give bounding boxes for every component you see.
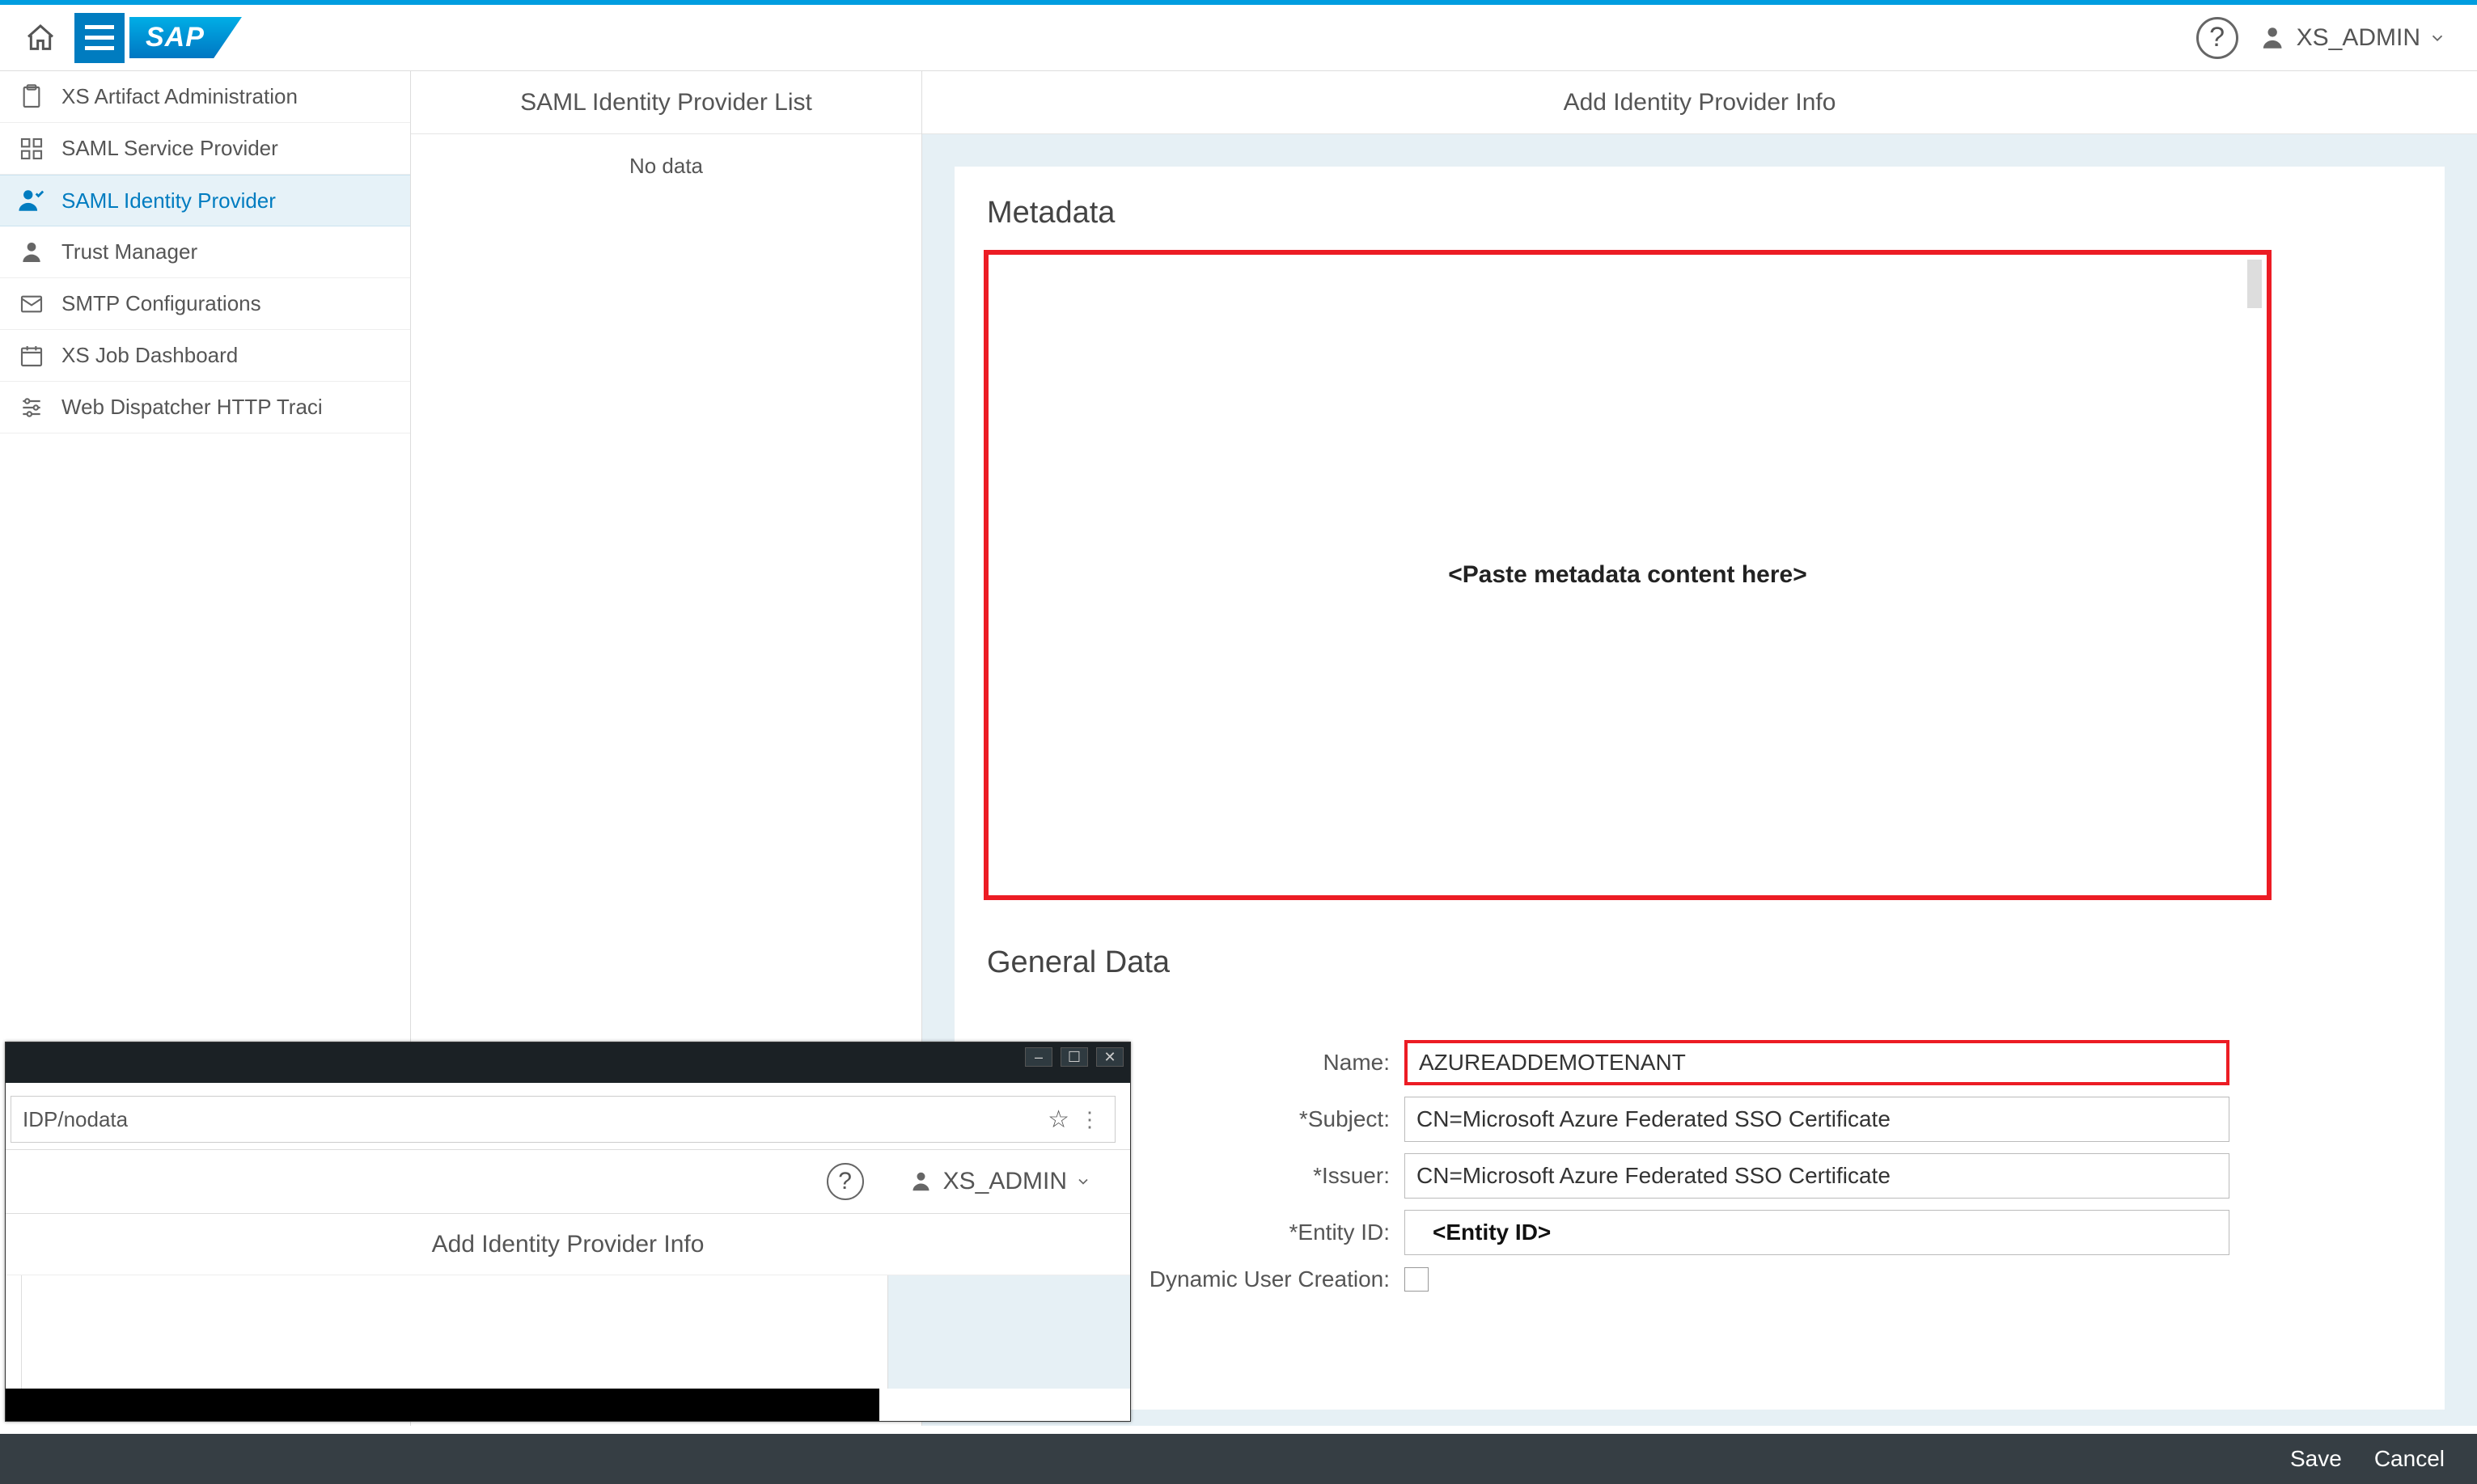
user-label: XS_ADMIN xyxy=(2297,24,2420,52)
issuer-label: *Issuer: xyxy=(1145,1163,1404,1189)
close-button[interactable]: ✕ xyxy=(1096,1047,1124,1067)
idp-list-title: SAML Identity Provider List xyxy=(411,71,921,134)
metadata-textarea[interactable]: <Paste metadata content here> xyxy=(984,250,2272,900)
sidebar-item-label: XS Job Dashboard xyxy=(61,343,238,368)
subject-label: *Subject: xyxy=(1145,1106,1404,1132)
mail-icon xyxy=(16,289,47,319)
sidebar-item-xs-artifact[interactable]: XS Artifact Administration xyxy=(0,71,410,123)
subject-input[interactable] xyxy=(1404,1097,2229,1142)
sap-logo: SAP xyxy=(129,17,242,58)
clipboard-icon xyxy=(16,82,47,112)
home-button[interactable] xyxy=(16,14,65,62)
dynamic-user-checkbox[interactable] xyxy=(1404,1267,1429,1292)
sidebar-item-web-dispatcher[interactable]: Web Dispatcher HTTP Traci xyxy=(0,382,410,433)
general-section-title: General Data xyxy=(987,945,2416,980)
user-check-icon xyxy=(16,185,47,216)
dynamic-user-label: Dynamic User Creation: xyxy=(1145,1266,1404,1292)
popup-toolbar: ? XS_ADMIN xyxy=(6,1149,1130,1214)
calendar-icon xyxy=(16,340,47,371)
footer-bar: Save Cancel xyxy=(0,1434,2477,1484)
sidebar-item-label: SAML Identity Provider xyxy=(61,188,276,214)
sidebar-item-trust-manager[interactable]: Trust Manager xyxy=(0,226,410,278)
name-label: Name: xyxy=(1145,1050,1404,1076)
sidebar-item-saml-idp[interactable]: SAML Identity Provider xyxy=(0,175,410,226)
issuer-input[interactable] xyxy=(1404,1153,2229,1199)
save-button[interactable]: Save xyxy=(2290,1446,2342,1472)
chevron-down-icon xyxy=(2428,29,2446,47)
user-icon xyxy=(16,237,47,268)
user-menu[interactable]: XS_ADMIN xyxy=(911,1168,1091,1195)
user-icon xyxy=(911,1169,935,1194)
help-button[interactable]: ? xyxy=(2196,17,2238,59)
entity-id-label: *Entity ID: xyxy=(1145,1220,1404,1245)
sliders-icon xyxy=(16,392,47,423)
entity-id-placeholder: <Entity ID> xyxy=(1433,1220,1551,1245)
sidebar-item-smtp[interactable]: SMTP Configurations xyxy=(0,278,410,330)
content-area: Add Identity Provider Info Metadata <Pas… xyxy=(922,71,2477,1426)
url-text: IDP/nodata xyxy=(23,1107,128,1132)
entity-id-input[interactable]: <Entity ID> xyxy=(1404,1210,2229,1255)
url-bar[interactable]: IDP/nodata ☆ ⋮ xyxy=(11,1096,1116,1143)
sidebar-item-label: Web Dispatcher HTTP Traci xyxy=(61,395,323,420)
name-input[interactable] xyxy=(1404,1040,2229,1085)
sidebar-item-label: SMTP Configurations xyxy=(61,291,261,316)
sidebar-item-label: XS Artifact Administration xyxy=(61,84,298,109)
maximize-button[interactable]: ☐ xyxy=(1061,1047,1088,1067)
menu-button[interactable] xyxy=(74,13,125,63)
metadata-section-title: Metadata xyxy=(987,196,2416,230)
general-data-form: Name: *Subject: *Issuer: *Entity ID: xyxy=(984,1040,2416,1304)
help-button[interactable]: ? xyxy=(827,1163,864,1200)
scrollbar-thumb[interactable] xyxy=(2247,260,2262,308)
content-title: Add Identity Provider Info xyxy=(922,71,2477,134)
popup-content-title: Add Identity Provider Info xyxy=(6,1214,1130,1275)
popup-bottom-strip xyxy=(6,1389,879,1421)
bookmark-star-icon[interactable]: ☆ xyxy=(1048,1106,1069,1134)
cancel-button[interactable]: Cancel xyxy=(2374,1446,2445,1472)
sidebar-item-label: SAML Service Provider xyxy=(61,136,278,161)
user-menu[interactable]: XS_ADMIN xyxy=(2261,24,2446,52)
window-titlebar[interactable]: – ☐ ✕ xyxy=(6,1042,1130,1072)
sidebar-item-saml-sp[interactable]: SAML Service Provider xyxy=(0,123,410,175)
sidebar-item-xs-job[interactable]: XS Job Dashboard xyxy=(0,330,410,382)
browser-menu-icon[interactable]: ⋮ xyxy=(1079,1107,1103,1132)
grid-icon xyxy=(16,133,47,164)
metadata-placeholder: <Paste metadata content here> xyxy=(1448,561,1807,589)
top-toolbar: SAP ? XS_ADMIN xyxy=(0,5,2477,71)
user-icon xyxy=(2261,24,2289,52)
chevron-down-icon xyxy=(1075,1173,1091,1190)
secondary-window: – ☐ ✕ IDP/nodata ☆ ⋮ ? XS_ADMIN Add Iden… xyxy=(5,1042,1131,1422)
minimize-button[interactable]: – xyxy=(1025,1047,1052,1067)
sidebar-item-label: Trust Manager xyxy=(61,239,197,264)
user-label: XS_ADMIN xyxy=(943,1168,1067,1195)
